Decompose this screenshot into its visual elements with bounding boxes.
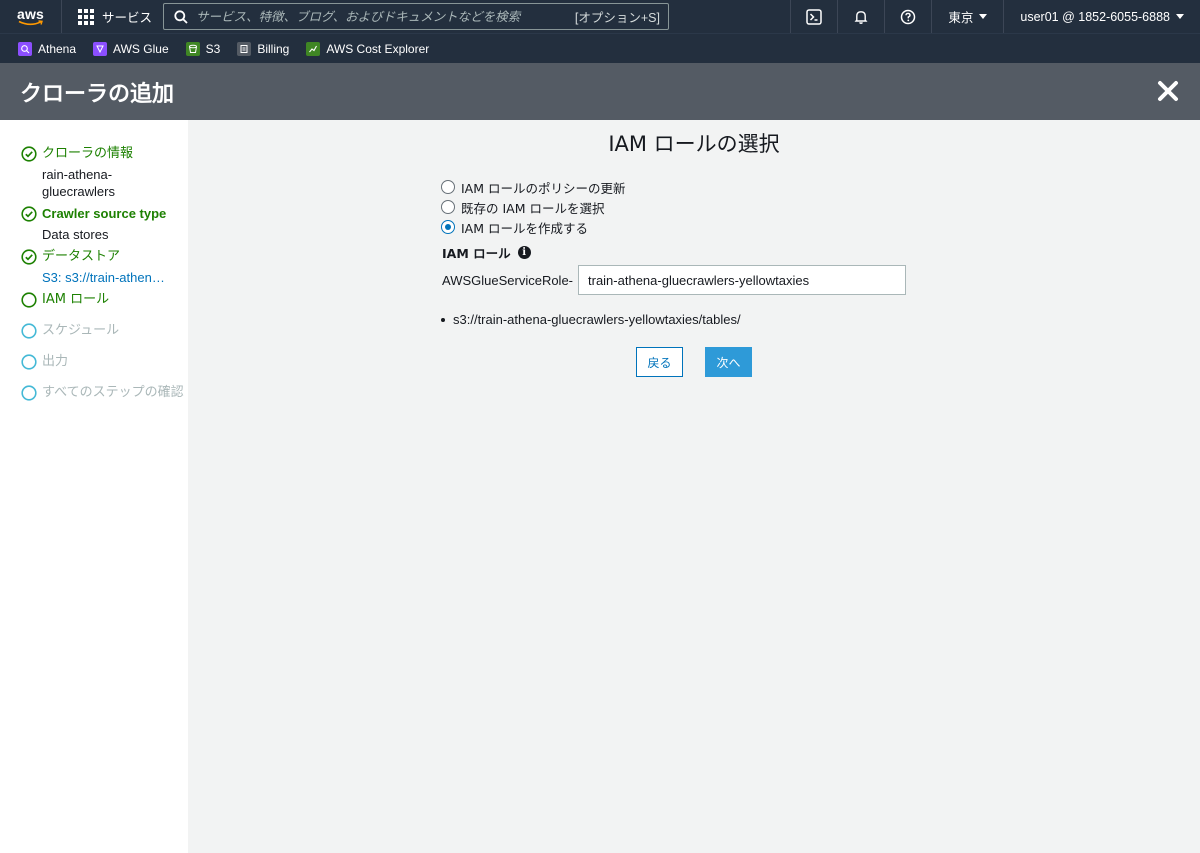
step-summary: rain-athena-gluecrawlers — [42, 167, 115, 199]
option-label: 既存の IAM ロールを選択 — [461, 200, 605, 216]
page-title: クローラの追加 — [20, 81, 175, 107]
athena-service-icon — [18, 41, 32, 56]
step-title: 出力 — [42, 354, 69, 369]
step-summary-link[interactable]: S3: s3://train-athen… — [42, 269, 180, 286]
favorite-s3[interactable]: S3 — [185, 41, 221, 56]
favorite-label: AWS Glue — [113, 41, 169, 56]
step-title: IAM ロール — [42, 292, 110, 307]
main-content: IAM ロールの選択 IAM ロールのポリシーの更新 既存の IAM ロールを選… — [188, 120, 1200, 853]
circle-icon — [21, 323, 37, 339]
step-summary: Data stores — [42, 227, 109, 242]
account-label: user01 @ 1852-6055-6888 — [1020, 9, 1170, 24]
wizard-header: クローラの追加 — [0, 63, 1200, 120]
aws-logo[interactable]: aws — [0, 0, 62, 33]
option-update-policy[interactable]: IAM ロールのポリシーの更新 — [441, 177, 626, 197]
favorite-aws-cost-explorer[interactable]: AWS Cost Explorer — [306, 41, 430, 56]
nav-right-group: 東京 user01 @ 1852-6055-6888 — [790, 0, 1200, 33]
search-icon — [174, 9, 188, 24]
step-review: すべてのステップの確認 — [0, 384, 188, 402]
wizard-steps-panel: クローラの情報 rain-athena-gluecrawlers Crawler… — [0, 120, 188, 853]
circle-icon — [21, 354, 37, 370]
search-box[interactable]: [オプション+S] — [163, 3, 669, 30]
favorites-bar: Athena AWS Glue S3 Billing AWS Cost Expl… — [0, 33, 1200, 63]
list-item: s3://train-athena-gluecrawlers-yellowtax… — [441, 312, 741, 327]
caret-down-icon — [979, 14, 988, 19]
grid-icon — [78, 8, 94, 25]
step-crawler-info[interactable]: クローラの情報 rain-athena-gluecrawlers — [0, 145, 188, 200]
role-name-prefix: AWSGlueServiceRole- — [442, 273, 574, 288]
radio-button-selected[interactable] — [441, 220, 455, 234]
step-crawler-source-type[interactable]: Crawler source type Data stores — [0, 205, 188, 243]
step-output: 出力 — [0, 353, 188, 371]
account-menu[interactable]: user01 @ 1852-6055-6888 — [1003, 0, 1200, 33]
step-data-store[interactable]: データストア S3: s3://train-athen… — [0, 248, 188, 286]
glue-service-icon — [93, 41, 108, 56]
next-button[interactable]: 次へ — [705, 347, 752, 377]
top-navigation: aws サービス [オプション+S] — [0, 0, 1200, 33]
favorite-billing[interactable]: Billing — [237, 41, 290, 56]
option-create-role[interactable]: IAM ロールを作成する — [441, 217, 626, 237]
caret-down-icon — [1176, 14, 1184, 19]
step-schedule: スケジュール — [0, 322, 188, 340]
check-circle-icon — [21, 206, 37, 222]
step-title: すべてのステップの確認 — [42, 385, 184, 400]
terminal-icon — [806, 8, 823, 25]
help-icon — [901, 9, 916, 24]
services-label: サービス — [102, 11, 153, 25]
iam-role-field-label: IAM ロール i — [442, 243, 531, 262]
radio-button[interactable] — [441, 200, 455, 214]
role-label-text: IAM ロール — [442, 246, 511, 261]
region-label: 東京 — [948, 11, 974, 25]
check-circle-icon — [21, 146, 37, 162]
search-input[interactable] — [196, 9, 575, 24]
cost-explorer-service-icon — [306, 41, 321, 56]
step-iam-role[interactable]: IAM ロール — [0, 291, 188, 309]
info-icon[interactable]: i — [517, 246, 531, 259]
section-title: IAM ロールの選択 — [608, 132, 780, 156]
check-circle-icon — [21, 249, 37, 265]
circle-icon — [21, 385, 37, 401]
billing-service-icon — [237, 41, 252, 56]
option-label: IAM ロールを作成する — [461, 220, 588, 236]
favorite-athena[interactable]: Athena — [18, 41, 77, 56]
s3-path-list: s3://train-athena-gluecrawlers-yellowtax… — [441, 312, 741, 327]
cloudshell-button[interactable] — [790, 0, 837, 33]
circle-icon — [21, 292, 37, 308]
services-menu-button[interactable]: サービス — [62, 0, 166, 33]
bell-icon — [854, 10, 868, 24]
option-label: IAM ロールのポリシーの更新 — [461, 180, 626, 196]
role-name-input[interactable] — [578, 265, 906, 295]
notifications-button[interactable] — [837, 0, 884, 33]
aws-logo-text: aws — [16, 5, 45, 22]
favorite-label: S3 — [205, 41, 221, 56]
iam-role-options: IAM ロールのポリシーの更新 既存の IAM ロールを選択 IAM ロールを作… — [441, 177, 626, 237]
aws-smile-icon — [18, 19, 43, 25]
step-title: スケジュール — [42, 323, 120, 338]
favorite-label: Billing — [257, 41, 290, 56]
help-button[interactable] — [884, 0, 931, 33]
option-choose-existing[interactable]: 既存の IAM ロールを選択 — [441, 197, 626, 217]
search-shortcut-hint: [オプション+S] — [574, 11, 660, 25]
step-title: クローラの情報 — [42, 146, 134, 161]
close-icon[interactable] — [1156, 79, 1180, 103]
region-selector[interactable]: 東京 — [931, 0, 1003, 33]
radio-button[interactable] — [441, 180, 455, 194]
back-button[interactable]: 戻る — [636, 347, 683, 377]
step-title: Crawler source type — [42, 206, 167, 221]
favorite-aws-glue[interactable]: AWS Glue — [93, 41, 169, 56]
s3-service-icon — [185, 41, 200, 56]
favorite-label: Athena — [38, 41, 77, 56]
favorite-label: AWS Cost Explorer — [326, 41, 430, 56]
step-title: データストア — [42, 249, 121, 264]
